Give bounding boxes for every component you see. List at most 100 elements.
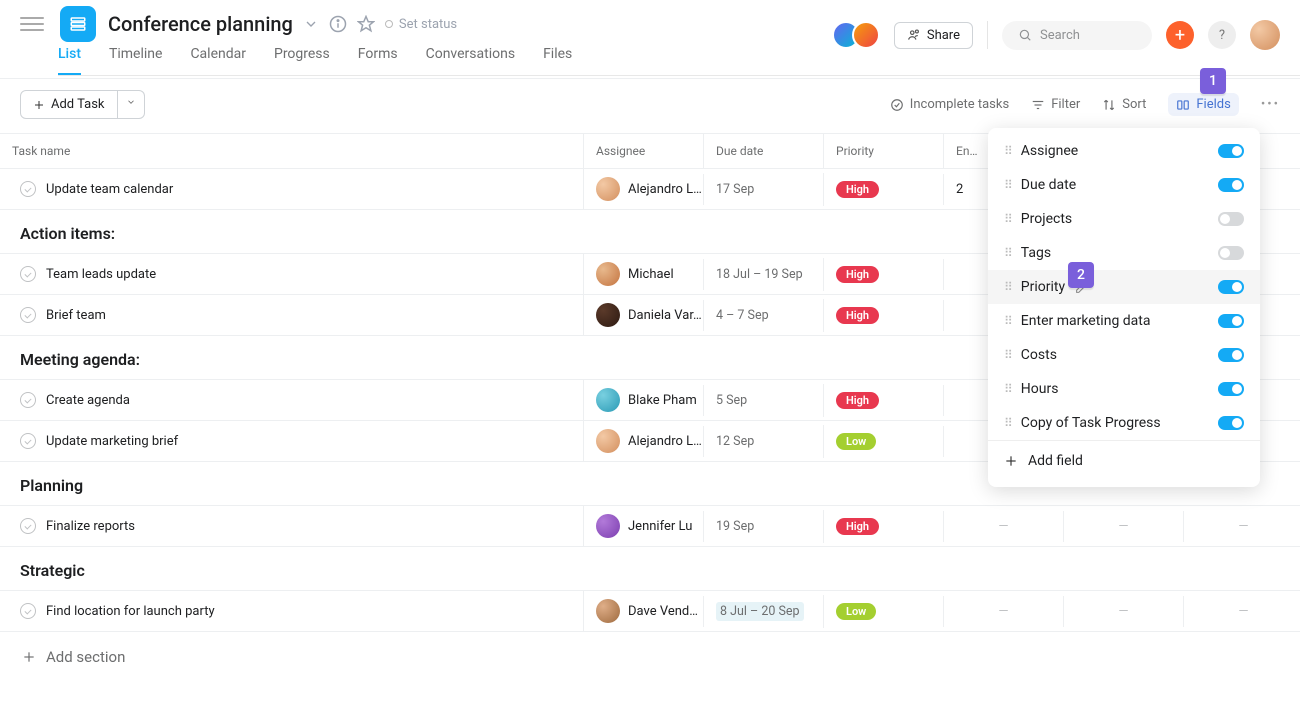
assignee-name: Alejandro L… xyxy=(628,434,702,449)
assignee-name: Blake Pham xyxy=(628,393,697,408)
drag-handle-icon[interactable]: ⠿ xyxy=(1004,144,1011,158)
set-status-button[interactable]: Set status xyxy=(385,17,457,32)
due-date: 4 – 7 Sep xyxy=(716,308,769,323)
toggle[interactable] xyxy=(1218,416,1244,430)
drag-handle-icon[interactable]: ⠿ xyxy=(1004,246,1011,260)
field-option[interactable]: ⠿Priority xyxy=(988,270,1260,304)
fields-button[interactable]: Fields xyxy=(1168,93,1238,116)
field-label: Assignee xyxy=(1021,143,1078,159)
add-section-button[interactable]: Add section xyxy=(0,632,1300,682)
toggle[interactable] xyxy=(1218,314,1244,328)
toggle[interactable] xyxy=(1218,348,1244,362)
incomplete-label: Incomplete tasks xyxy=(910,97,1009,112)
chevron-down-icon[interactable] xyxy=(303,16,319,32)
field-option[interactable]: ⠿Costs xyxy=(988,338,1260,372)
field-option[interactable]: ⠿Tags xyxy=(988,236,1260,270)
column-header[interactable]: Due date xyxy=(703,134,823,168)
help-button[interactable]: ? xyxy=(1208,21,1236,49)
add-task-button[interactable]: Add Task xyxy=(20,90,118,119)
sort-button[interactable]: Sort xyxy=(1102,97,1146,112)
task-row[interactable]: Find location for launch partyDave Vend…… xyxy=(0,591,1300,632)
due-date: 12 Sep xyxy=(716,434,754,449)
priority-pill: High xyxy=(836,266,879,283)
section-header[interactable]: Strategic xyxy=(0,547,1300,591)
callout-1: 1 xyxy=(1200,68,1226,94)
project-title[interactable]: Conference planning xyxy=(108,12,293,36)
incomplete-tasks-filter[interactable]: Incomplete tasks xyxy=(890,97,1009,112)
toggle[interactable] xyxy=(1218,246,1244,260)
search-input[interactable]: Search xyxy=(1002,21,1152,50)
toggle[interactable] xyxy=(1218,178,1244,192)
tab-calendar[interactable]: Calendar xyxy=(190,46,246,75)
sort-label: Sort xyxy=(1122,97,1146,112)
priority-pill: High xyxy=(836,518,879,535)
field-label: Due date xyxy=(1021,177,1076,193)
set-status-label: Set status xyxy=(399,17,457,32)
task-row[interactable]: Finalize reportsJennifer Lu19 SepHigh——— xyxy=(0,506,1300,547)
avatar xyxy=(596,429,620,453)
complete-check-icon[interactable] xyxy=(20,307,36,323)
add-task-dropdown[interactable] xyxy=(118,90,145,119)
complete-check-icon[interactable] xyxy=(20,518,36,534)
task-name: Create agenda xyxy=(46,393,130,408)
add-field-button[interactable]: Add field xyxy=(988,440,1260,481)
field-option[interactable]: ⠿Copy of Task Progress xyxy=(988,406,1260,440)
share-label: Share xyxy=(927,28,960,43)
drag-handle-icon[interactable]: ⠿ xyxy=(1004,280,1011,294)
info-icon[interactable] xyxy=(329,15,347,33)
avatar[interactable] xyxy=(1250,20,1280,50)
column-header[interactable]: Task name xyxy=(0,134,583,168)
drag-handle-icon[interactable]: ⠿ xyxy=(1004,416,1011,430)
column-header[interactable]: Assignee xyxy=(583,134,703,168)
drag-handle-icon[interactable]: ⠿ xyxy=(1004,382,1011,396)
field-option[interactable]: ⠿Enter marketing data xyxy=(988,304,1260,338)
complete-check-icon[interactable] xyxy=(20,181,36,197)
global-add-button[interactable]: + xyxy=(1166,21,1194,49)
toggle[interactable] xyxy=(1218,382,1244,396)
empty-cell: — xyxy=(1196,519,1291,534)
tab-files[interactable]: Files xyxy=(543,46,572,75)
toggle[interactable] xyxy=(1218,280,1244,294)
toggle[interactable] xyxy=(1218,212,1244,226)
task-name: Brief team xyxy=(46,308,106,323)
complete-check-icon[interactable] xyxy=(20,266,36,282)
complete-check-icon[interactable] xyxy=(20,603,36,619)
fields-label: Fields xyxy=(1196,97,1230,112)
more-icon[interactable]: ••• xyxy=(1261,97,1280,112)
drag-handle-icon[interactable]: ⠿ xyxy=(1004,314,1011,328)
members-avatars[interactable] xyxy=(840,21,880,49)
complete-check-icon[interactable] xyxy=(20,433,36,449)
star-icon[interactable] xyxy=(357,15,375,33)
tab-forms[interactable]: Forms xyxy=(358,46,398,75)
priority-pill: High xyxy=(836,392,879,409)
divider xyxy=(987,21,988,49)
fields-menu: ⠿ Assignee ⠿ Due date ⠿ Projects ⠿Tags⠿Priorit… xyxy=(988,128,1260,487)
task-name: Update team calendar xyxy=(46,182,173,197)
toggle[interactable] xyxy=(1218,144,1244,158)
project-tabs: List Timeline Calendar Progress Forms Convers… xyxy=(58,46,1300,76)
tab-list[interactable]: List xyxy=(58,46,81,75)
drag-handle-icon[interactable]: ⠿ xyxy=(1004,348,1011,362)
share-button[interactable]: Share xyxy=(894,22,973,49)
field-option[interactable]: ⠿ Due date xyxy=(988,168,1260,202)
due-date: 19 Sep xyxy=(716,519,754,534)
tab-progress[interactable]: Progress xyxy=(274,46,330,75)
priority-pill: High xyxy=(836,307,879,324)
field-option[interactable]: ⠿ Assignee xyxy=(988,134,1260,168)
field-label: Projects xyxy=(1021,211,1072,227)
due-date: 17 Sep xyxy=(716,182,754,197)
complete-check-icon[interactable] xyxy=(20,392,36,408)
drag-handle-icon[interactable]: ⠿ xyxy=(1004,212,1011,226)
task-name: Find location for launch party xyxy=(46,604,215,619)
drag-handle-icon[interactable]: ⠿ xyxy=(1004,178,1011,192)
tab-conversations[interactable]: Conversations xyxy=(426,46,515,75)
column-header[interactable]: Priority xyxy=(823,134,943,168)
priority-pill: Low xyxy=(836,603,876,620)
field-option[interactable]: ⠿ Projects xyxy=(988,202,1260,236)
empty-cell: — xyxy=(1196,604,1291,619)
field-option[interactable]: ⠿Hours xyxy=(988,372,1260,406)
menu-toggle[interactable] xyxy=(20,12,44,36)
tab-timeline[interactable]: Timeline xyxy=(109,46,162,75)
avatar xyxy=(596,262,620,286)
filter-button[interactable]: Filter xyxy=(1031,97,1080,112)
